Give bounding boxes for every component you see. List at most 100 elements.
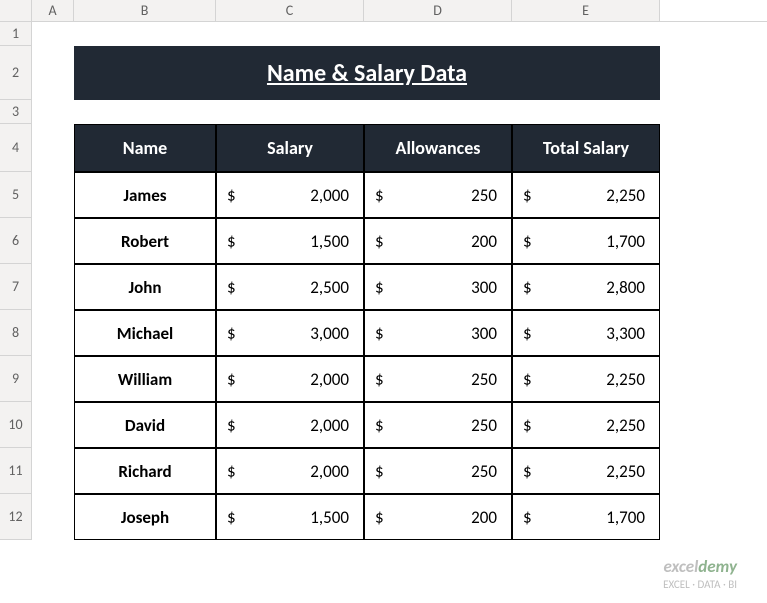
spreadsheet-grid: A B C D E 1 2 Name & Salary Data 3 [0,0,767,603]
cell-C1[interactable] [216,22,364,46]
cell-C3[interactable] [216,100,364,124]
col-header-E[interactable]: E [512,0,660,21]
currency-symbol: $ [523,415,532,436]
salary-value: 2,000 [310,415,349,436]
cell-name[interactable]: Richard [74,448,216,494]
select-all-corner[interactable] [0,0,32,21]
cell-E3[interactable] [512,100,660,124]
row-9: 9William$2,000$250$2,250 [0,356,767,402]
salary-value: 3,000 [310,323,349,344]
currency-symbol: $ [227,323,236,344]
rows-container: 1 2 Name & Salary Data 3 4 Name Salary A… [0,22,767,540]
currency-symbol: $ [523,369,532,390]
watermark-brand-1: excel [663,556,698,577]
cell-salary[interactable]: $1,500 [216,494,364,540]
cell-A4[interactable] [32,124,74,172]
currency-symbol: $ [523,231,532,252]
cell-D1[interactable] [364,22,512,46]
cell-salary[interactable]: $2,000 [216,356,364,402]
row-header-8[interactable]: 8 [0,310,32,356]
cell-A3[interactable] [32,100,74,124]
col-header-D[interactable]: D [364,0,512,21]
cell-allowances[interactable]: $250 [364,356,512,402]
cell-total[interactable]: $2,800 [512,264,660,310]
row-header-9[interactable]: 9 [0,356,32,402]
cell-A11[interactable] [32,448,74,494]
cell-E1[interactable] [512,22,660,46]
row-header-5[interactable]: 5 [0,172,32,218]
cell-name[interactable]: John [74,264,216,310]
cell-salary[interactable]: $1,500 [216,218,364,264]
row-header-10[interactable]: 10 [0,402,32,448]
total-value: 2,250 [606,369,645,390]
cell-total[interactable]: $2,250 [512,356,660,402]
cell-total[interactable]: $2,250 [512,172,660,218]
row-header-6[interactable]: 6 [0,218,32,264]
cell-salary[interactable]: $2,000 [216,448,364,494]
row-6: 6 Robert$1,500$200$1,700 [0,218,767,264]
cell-name[interactable]: James [74,172,216,218]
cell-allowances[interactable]: $250 [364,448,512,494]
row-12: 12 Joseph$1,500$200$1,700 [0,494,767,540]
column-headers: A B C D E [0,0,767,22]
cell-name[interactable]: William [74,356,216,402]
row-4: 4 Name Salary Allowances Total Salary [0,124,767,172]
cell-B1[interactable] [74,22,216,46]
row-header-3[interactable]: 3 [0,100,32,124]
header-name[interactable]: Name [74,124,216,172]
cell-allowances[interactable]: $200 [364,218,512,264]
table-title[interactable]: Name & Salary Data [74,46,660,100]
row-1: 1 [0,22,767,46]
currency-symbol: $ [523,185,532,206]
cell-A1[interactable] [32,22,74,46]
row-header-2[interactable]: 2 [0,46,32,100]
cell-total[interactable]: $3,300 [512,310,660,356]
col-header-C[interactable]: C [216,0,364,21]
cell-total[interactable]: $2,250 [512,402,660,448]
currency-symbol: $ [375,369,384,390]
row-2: 2 Name & Salary Data [0,46,767,100]
cell-A2[interactable] [32,46,74,100]
row-header-4[interactable]: 4 [0,124,32,172]
cell-total[interactable]: $2,250 [512,448,660,494]
cell-allowances[interactable]: $300 [364,310,512,356]
col-header-A[interactable]: A [32,0,74,21]
cell-D3[interactable] [364,100,512,124]
row-header-11[interactable]: 11 [0,448,32,494]
cell-salary[interactable]: $2,500 [216,264,364,310]
watermark-brand: exceldemy [663,557,737,577]
cell-salary[interactable]: $2,000 [216,402,364,448]
header-salary[interactable]: Salary [216,124,364,172]
cell-allowances[interactable]: $200 [364,494,512,540]
cell-name[interactable]: Joseph [74,494,216,540]
watermark: exceldemy EXCEL · DATA · BI [663,557,737,591]
currency-symbol: $ [375,507,384,528]
row-header-1[interactable]: 1 [0,22,32,46]
salary-value: 2,000 [310,185,349,206]
cell-A7[interactable] [32,264,74,310]
row-header-7[interactable]: 7 [0,264,32,310]
cell-A9[interactable] [32,356,74,402]
cell-total[interactable]: $1,700 [512,494,660,540]
cell-B3[interactable] [74,100,216,124]
cell-name[interactable]: Michael [74,310,216,356]
cell-A10[interactable] [32,402,74,448]
currency-symbol: $ [523,507,532,528]
row-8: 8Michael$3,000$300$3,300 [0,310,767,356]
col-header-B[interactable]: B [74,0,216,21]
cell-total[interactable]: $1,700 [512,218,660,264]
cell-A5[interactable] [32,172,74,218]
cell-A6[interactable] [32,218,74,264]
cell-salary[interactable]: $3,000 [216,310,364,356]
row-header-12[interactable]: 12 [0,494,32,540]
cell-name[interactable]: David [74,402,216,448]
cell-allowances[interactable]: $300 [364,264,512,310]
cell-A8[interactable] [32,310,74,356]
cell-A12[interactable] [32,494,74,540]
cell-allowances[interactable]: $250 [364,172,512,218]
header-total[interactable]: Total Salary [512,124,660,172]
cell-salary[interactable]: $2,000 [216,172,364,218]
cell-name[interactable]: Robert [74,218,216,264]
header-allowances[interactable]: Allowances [364,124,512,172]
cell-allowances[interactable]: $250 [364,402,512,448]
